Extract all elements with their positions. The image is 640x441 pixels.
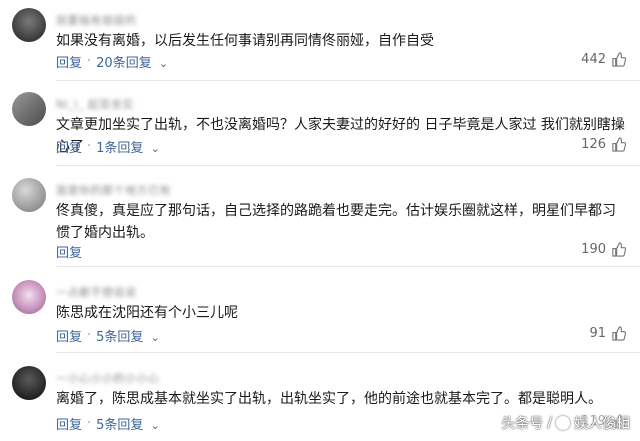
thumbs-up-icon[interactable] bbox=[611, 242, 626, 257]
username[interactable]: 一小心小小的小小心 bbox=[56, 370, 160, 385]
comment-text: 佟真傻，真是应了那句话，自己选择的路跪着也要走完。估计娱乐圈就这样，明星们早都习… bbox=[56, 203, 616, 241]
comment-item: 就要独有丽娅的 如果没有离婚，以后发生任何事请别再同情佟丽娅，自作自受 回复 ·… bbox=[0, 6, 640, 76]
like-count: 126 bbox=[581, 137, 606, 152]
username[interactable]: Ni_l_ 起亚坐实 bbox=[56, 96, 134, 111]
reply-button[interactable]: 回复 bbox=[56, 137, 82, 156]
username[interactable]: 就要独有丽娅的 bbox=[56, 12, 137, 27]
replies-count-button[interactable]: 5条回复 ⌄ bbox=[96, 414, 160, 433]
separator: · bbox=[87, 139, 92, 154]
watermark-author: 娱人俊相 bbox=[574, 416, 630, 432]
thumbs-up-icon[interactable] bbox=[611, 52, 626, 67]
like-control[interactable]: 442 bbox=[581, 52, 626, 67]
reply-button[interactable]: 回复 bbox=[56, 242, 82, 261]
comment-text: 离婚了，陈思成基本就坐实了出轨，出轨坐实了，他的前途也就基本完了。都是聪明人。 bbox=[56, 391, 602, 407]
like-control[interactable]: 190 bbox=[581, 242, 626, 257]
comment-item: Ni_l_ 起亚坐实 文章更加坐实了出轨，不也没离婚吗？人家夫妻过的好好的 日子… bbox=[0, 90, 640, 170]
chevron-down-icon: ⌄ bbox=[150, 142, 160, 155]
like-count: 190 bbox=[581, 242, 606, 257]
chevron-down-icon: ⌄ bbox=[158, 57, 169, 70]
comment-actions: 回复 · 20条回复 ⌄ bbox=[56, 52, 168, 71]
reply-button[interactable]: 回复 bbox=[56, 326, 82, 345]
separator: · bbox=[87, 328, 92, 343]
watermark-brand: 头条号 bbox=[501, 416, 544, 432]
separator: / bbox=[547, 415, 552, 431]
thumbs-up-icon[interactable] bbox=[611, 326, 626, 341]
replies-count-label: 5条回复 bbox=[96, 330, 144, 345]
replies-count-label: 20条回复 bbox=[96, 56, 152, 71]
comment-actions: 回复 bbox=[56, 242, 82, 261]
like-control[interactable]: 91 bbox=[589, 326, 626, 341]
like-control[interactable]: 126 bbox=[581, 137, 626, 152]
comment-item: 我是你的那个地方已有 佟真傻，真是应了那句话，自己选择的路跪着也要走完。估计娱乐… bbox=[0, 176, 640, 266]
comment-actions: 回复 · 5条回复 ⌄ bbox=[56, 414, 160, 433]
divider bbox=[56, 266, 640, 267]
replies-count-button[interactable]: 5条回复 ⌄ bbox=[96, 326, 160, 345]
avatar[interactable] bbox=[12, 8, 46, 42]
watermark: 头条号 / 娱人俊相 bbox=[501, 413, 630, 433]
like-count: 91 bbox=[589, 326, 606, 341]
chevron-down-icon: ⌄ bbox=[150, 331, 160, 344]
avatar[interactable] bbox=[12, 178, 46, 212]
divider bbox=[56, 80, 640, 81]
avatar[interactable] bbox=[12, 366, 46, 400]
replies-count-button[interactable]: 1条回复 ⌄ bbox=[96, 137, 160, 156]
divider bbox=[56, 352, 640, 353]
separator: · bbox=[87, 416, 92, 431]
comment-text: 陈思成在沈阳还有个小三儿呢 bbox=[56, 305, 238, 321]
username[interactable]: 我是你的那个地方已有 bbox=[56, 182, 171, 197]
like-count: 442 bbox=[581, 52, 606, 67]
replies-count-label: 1条回复 bbox=[96, 141, 144, 156]
replies-count-button[interactable]: 20条回复 ⌄ bbox=[96, 52, 168, 71]
divider bbox=[56, 165, 640, 166]
avatar[interactable] bbox=[12, 92, 46, 126]
replies-count-label: 5条回复 bbox=[96, 418, 144, 433]
reply-button[interactable]: 回复 bbox=[56, 52, 82, 71]
comment-actions: 回复 · 1条回复 ⌄ bbox=[56, 137, 160, 156]
comment-actions: 回复 · 5条回复 ⌄ bbox=[56, 326, 160, 345]
comment-item: 一点都不想说说 陈思成在沈阳还有个小三儿呢 回复 · 5条回复 ⌄ 91 bbox=[0, 278, 640, 350]
username[interactable]: 一点都不想说说 bbox=[56, 284, 137, 299]
thumbs-up-icon[interactable] bbox=[611, 137, 626, 152]
chevron-down-icon: ⌄ bbox=[150, 419, 160, 432]
comment-text: 如果没有离婚，以后发生任何事请别再同情佟丽娅，自作自受 bbox=[56, 33, 434, 49]
camera-icon bbox=[556, 416, 570, 430]
avatar[interactable] bbox=[12, 280, 46, 314]
separator: · bbox=[87, 54, 92, 69]
reply-button[interactable]: 回复 bbox=[56, 414, 82, 433]
